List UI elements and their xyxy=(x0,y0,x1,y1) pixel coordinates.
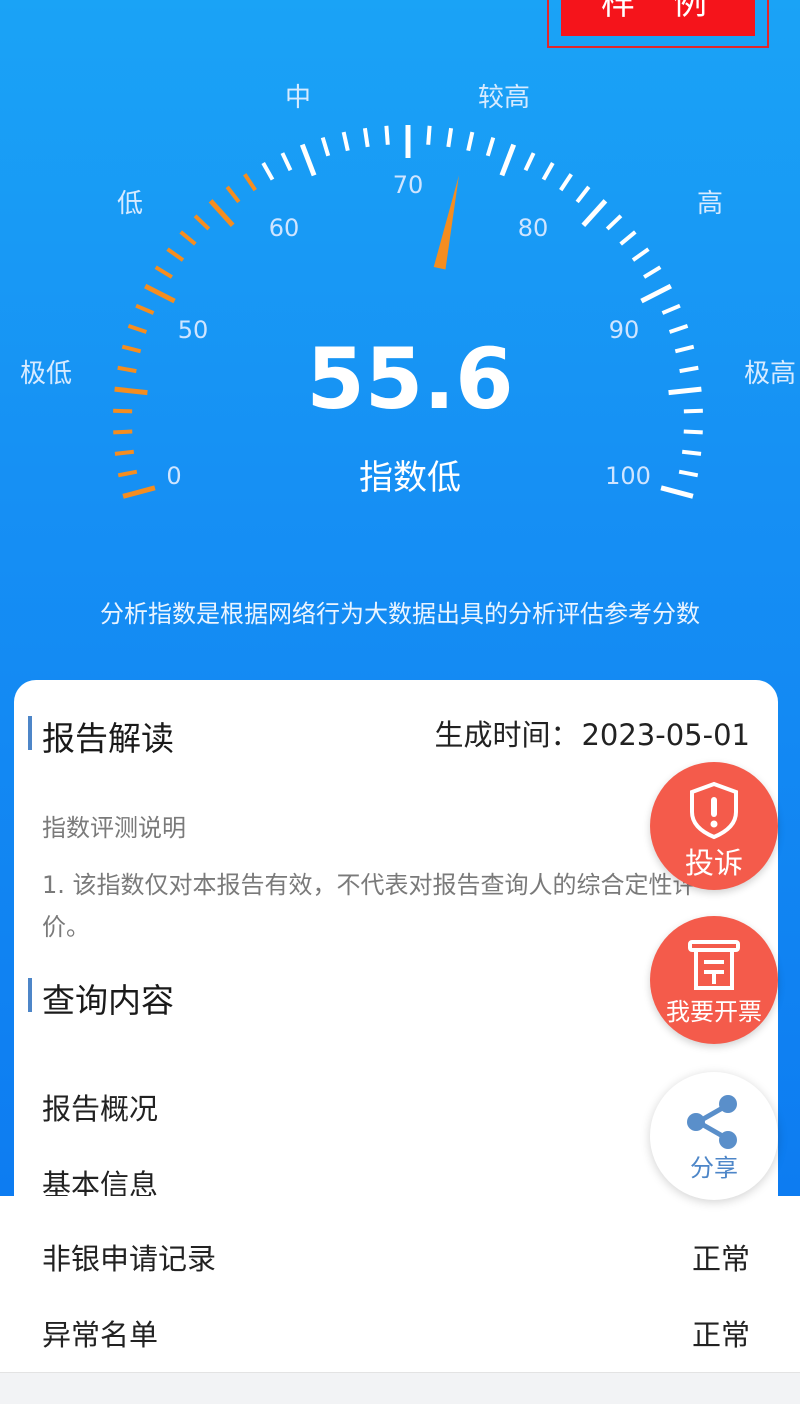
gauge-tick-mark xyxy=(678,469,699,478)
score-value: 55.6 xyxy=(306,330,514,428)
gauge-tick-mark xyxy=(166,247,185,262)
gauge-tick-mark xyxy=(523,152,536,172)
level-label-high: 高 xyxy=(697,189,723,219)
gauge-tick-mark xyxy=(122,485,156,499)
gauge-tick-mark xyxy=(144,283,176,304)
generation-time-label: 生成时间： xyxy=(434,718,580,752)
share-button[interactable]: 分享 xyxy=(650,1072,778,1200)
list-item-status: 正常 xyxy=(691,1242,750,1276)
gauge-tick-mark xyxy=(541,162,555,181)
level-label-very-low: 极低 xyxy=(20,359,72,389)
gauge-tick-mark xyxy=(114,386,148,396)
gauge-tick-mark xyxy=(605,214,623,231)
tick-label-80: 80 xyxy=(518,214,549,242)
list-item-label: 非银申请记录 xyxy=(42,1242,217,1276)
tick-label-90: 90 xyxy=(609,316,640,344)
index-description-text: 1. 该指数仅对本报告有效，不代表对报告查询人的综合定性评价。 xyxy=(42,871,697,941)
gauge-tick-mark xyxy=(661,303,681,315)
gauge-needle xyxy=(433,175,459,270)
generation-time: 生成时间：2023-05-01 xyxy=(432,712,750,754)
gauge-tick-mark xyxy=(208,199,235,227)
gauge-tick-mark xyxy=(643,265,662,279)
gauge-tick-mark xyxy=(499,143,517,177)
tick-label-100: 100 xyxy=(605,462,651,490)
tick-label-70: 70 xyxy=(393,171,424,199)
complaint-button[interactable]: 投诉 xyxy=(650,762,778,890)
score-description: 指数低 xyxy=(359,458,461,498)
gauge-tick-mark xyxy=(280,152,293,172)
gauge-tick-mark xyxy=(485,137,496,157)
gauge-tick-mark xyxy=(135,303,155,315)
tick-label-60: 60 xyxy=(269,214,300,242)
level-label-low: 低 xyxy=(117,189,143,219)
gauge-tick-mark xyxy=(113,408,133,414)
gauge-tick-mark xyxy=(559,173,573,192)
level-label-very-high: 极高 xyxy=(744,359,796,389)
gauge-tick-mark xyxy=(660,485,694,499)
share-icon xyxy=(687,1095,737,1149)
gauge-tick-mark xyxy=(683,408,703,414)
gauge-tick-mark xyxy=(426,125,432,145)
gauge-tick-mark xyxy=(679,365,699,374)
gauge-tick-mark xyxy=(683,429,703,435)
gauge-tick-mark xyxy=(117,365,137,374)
gauge-tick-mark xyxy=(674,344,695,354)
query-section-title: 查询内容 xyxy=(28,974,174,1022)
invoice-button[interactable]: 我要开票 xyxy=(650,916,778,1044)
level-label-fairly-high: 较高 xyxy=(478,83,530,113)
level-label-medium: 中 xyxy=(285,83,311,113)
share-label: 分享 xyxy=(690,1154,738,1182)
gauge-tick-mark xyxy=(681,449,702,456)
gauge-tick-mark xyxy=(113,429,133,435)
tick-label-0: 0 xyxy=(166,462,181,490)
list-item-abnormal-list[interactable]: 异常名单 正常 xyxy=(0,1294,800,1370)
gauge-tick-mark xyxy=(114,449,135,456)
gauge-tick-mark xyxy=(299,143,317,177)
gauge-tick-mark xyxy=(225,185,241,204)
gauge-tick-mark xyxy=(619,230,637,246)
gauge-tick-mark xyxy=(466,131,475,152)
gauge-tick-mark xyxy=(121,344,142,354)
list-item-status: 正常 xyxy=(691,1318,750,1352)
gauge-tick-mark xyxy=(154,265,173,279)
list-item-report-overview[interactable]: 报告概况 xyxy=(42,1086,158,1128)
gauge-tick-mark xyxy=(341,131,350,152)
tick-label-50: 50 xyxy=(178,316,209,344)
gauge-tick-mark xyxy=(640,283,672,304)
shield-alert-icon xyxy=(690,781,738,840)
gauge-tick-mark xyxy=(446,127,454,148)
generation-time-value: 2023-05-01 xyxy=(581,718,750,752)
gauge-tick-mark xyxy=(362,127,370,148)
complaint-label: 投诉 xyxy=(684,846,743,880)
gauge-tick-mark xyxy=(193,214,211,231)
gauge-tick-mark xyxy=(668,386,702,396)
gauge-tick-mark xyxy=(384,125,390,145)
gauge-tick-mark xyxy=(117,469,138,478)
receipt-icon xyxy=(688,940,740,990)
gauge-tick-mark xyxy=(179,230,197,246)
gauge-tick-mark xyxy=(668,324,689,334)
gauge-tick-mark xyxy=(631,247,650,262)
index-description-label: 指数评测说明 xyxy=(42,814,186,842)
gauge-tick-mark xyxy=(581,199,608,227)
score-subtitle: 分析指数是根据网络行为大数据出具的分析评估参考分数 xyxy=(100,600,700,628)
gauge-tick-mark xyxy=(243,173,257,192)
gauge-tick-mark xyxy=(261,162,275,181)
gauge-tick-mark xyxy=(320,137,331,157)
report-section-title: 报告解读 xyxy=(28,712,174,760)
list-item-label: 异常名单 xyxy=(42,1318,159,1352)
gauge-tick-mark xyxy=(575,185,591,204)
list-item-nonbank-applications[interactable]: 非银申请记录 正常 xyxy=(0,1218,800,1294)
invoice-label: 我要开票 xyxy=(666,998,762,1026)
query-list-bottom: 非银申请记录 正常 异常名单 正常 xyxy=(0,1196,800,1373)
gauge-tick-mark xyxy=(127,324,148,334)
